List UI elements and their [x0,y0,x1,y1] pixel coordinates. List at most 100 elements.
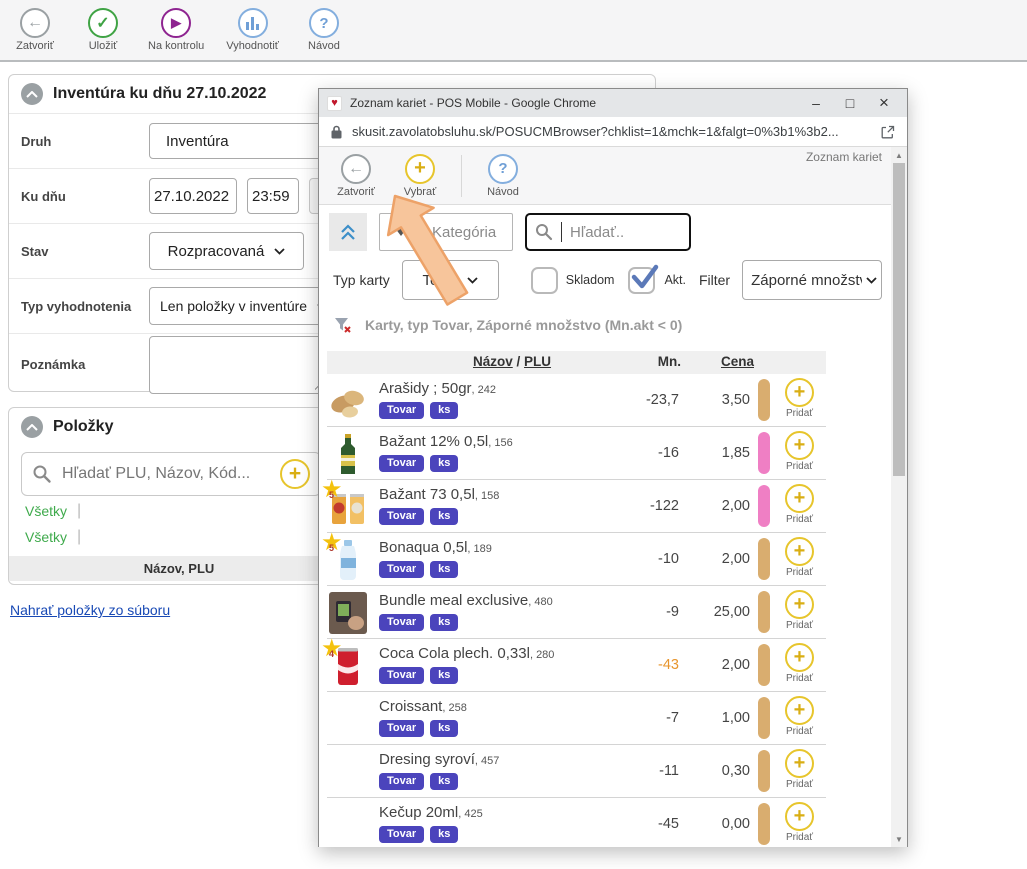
upload-items-link[interactable]: Nahrať položky zo súboru [10,602,170,618]
column-nazov-plu[interactable]: Názov / PLU [447,354,577,369]
badge-ks: ks [430,614,458,631]
text-caret [561,222,562,242]
na-kontrolu-button[interactable]: ▶ Na kontrolu [148,8,204,52]
stav-select[interactable]: Rozpracovaná [149,232,304,270]
pridat-button[interactable]: + Pridať [785,696,814,737]
badge-ks: ks [430,720,458,737]
popup-window-title: Zoznam kariet - POS Mobile - Google Chro… [350,96,793,110]
close-button[interactable]: × [869,91,899,115]
typ-karty-select[interactable]: Tovar [402,260,499,300]
plus-icon: + [785,643,814,672]
skladom-checkbox[interactable] [531,267,558,294]
card-row[interactable]: Bundle meal exclusive, 480 Tovarks -9 25… [327,586,826,639]
open-in-new-icon[interactable] [881,125,895,139]
popup-zatvorit-button[interactable]: ← Zatvoriť [333,154,379,198]
card-row[interactable]: Bažant 12% 0,5l, 156 Tovarks -16 1,85 + … [327,427,826,480]
badge-ks: ks [430,773,458,790]
chevron-down-icon [274,248,285,255]
card-row[interactable]: Croissant, 258 Tovarks -7 1,00 + Pridať [327,692,826,745]
back-arrow-icon: ← [20,8,50,38]
akt-checkbox[interactable] [628,267,655,294]
pridat-button[interactable]: + Pridať [785,431,814,472]
pridat-button[interactable]: + Pridať [785,378,814,419]
category-input[interactable]: Kategória [422,214,512,250]
collapse-filters-button[interactable] [329,213,367,251]
card-row[interactable]: Dresing syroví, 457 Tovarks -11 0,30 + P… [327,745,826,798]
card-row[interactable]: Kečup 20ml, 425 Tovarks -45 0,00 + Prida… [327,798,826,847]
popup-search-input[interactable]: Hľadať.. [525,213,691,251]
badge-ks: ks [430,667,458,684]
cola-can-photo: ★4 [329,645,367,687]
quantity-value: -7 [666,710,679,726]
badge-tovar: Tovar [379,614,424,631]
badge-ks: ks [430,826,458,843]
card-row[interactable]: Arašidy ; 50gr, 242 Tovarks -23,7 3,50 +… [327,374,826,427]
popup-url: skusit.zavolatobsluhu.sk/POSUCMBrowser?c… [352,124,871,139]
column-cena[interactable]: Cena [721,354,754,369]
popup-page: ← Zatvoriť + Vybrať ? Návod Zoznam karie… [319,147,892,847]
navod-button[interactable]: ? Návod [301,8,347,52]
pridat-button[interactable]: + Pridať [785,643,814,684]
zatvorit-button[interactable]: ← Zatvoriť [12,8,58,52]
filter-vsetky-link-2[interactable]: Všetky [25,529,67,545]
question-icon: ? [309,8,339,38]
card-list: Arašidy ; 50gr, 242 Tovarks -23,7 3,50 +… [327,374,826,847]
akt-label: Akt. [664,273,686,287]
date-input[interactable] [149,178,237,214]
plus-icon: + [785,431,814,460]
pridat-button[interactable]: + Pridať [785,749,814,790]
plus-icon: + [785,590,814,619]
badge-ks: ks [430,402,458,419]
scroll-down-icon[interactable]: ▼ [891,832,907,846]
category-box: Kategória [379,213,513,251]
typ-vyhodnotenia-select[interactable]: Len položky v inventúre [149,287,331,325]
quantity-value: -11 [659,763,679,779]
plus-icon: + [405,154,435,184]
ulozit-button[interactable]: ✓ Uložiť [80,8,126,52]
scrollbar[interactable]: ▲ ▼ [891,147,907,847]
chrome-popup-window: ♥ Zoznam kariet - POS Mobile - Google Ch… [318,88,908,847]
beer-cans-photo: ★5 [329,486,367,528]
druh-input[interactable] [149,123,334,159]
triangle-down-icon [395,228,407,236]
skladom-label: Skladom [566,273,615,287]
column-mn[interactable]: Mn. [658,354,681,369]
collapse-section-icon[interactable] [21,83,43,105]
minimize-button[interactable]: – [801,91,831,115]
pos-mobile-favicon: ♥ [327,96,342,111]
scroll-up-icon[interactable]: ▲ [891,148,907,162]
play-icon: ▶ [161,8,191,38]
poznamka-textarea[interactable] [149,336,329,394]
badge-tovar: Tovar [379,773,424,790]
check-icon: ✓ [88,8,118,38]
category-dropdown-button[interactable] [380,214,422,250]
collapse-section-icon[interactable] [21,416,43,438]
badge-ks: ks [430,455,458,472]
stock-level-bar [758,538,770,580]
maximize-button[interactable]: □ [835,91,865,115]
add-item-button[interactable]: + [280,459,310,489]
card-row[interactable]: ★5 Bonaqua 0,5l, 189 Tovarks -10 2,00 + … [327,533,826,586]
pridat-button[interactable]: + Pridať [785,537,814,578]
filter-select[interactable]: Záporné množstvo [742,260,882,300]
card-row[interactable]: ★4 Coca Cola plech. 0,33l, 280 Tovarks -… [327,639,826,692]
popup-vybrat-button[interactable]: + Vybrať [397,154,443,198]
question-icon: ? [488,154,518,184]
vyhodnotit-button[interactable]: Vyhodnotiť [226,8,279,52]
pridat-button[interactable]: + Pridať [785,484,814,525]
time-input[interactable] [247,178,299,214]
scrollbar-thumb[interactable] [893,163,905,476]
popup-urlbar[interactable]: skusit.zavolatobsluhu.sk/POSUCMBrowser?c… [319,117,907,147]
card-row[interactable]: ★5 Bažant 73 0,5l, 158 Tovarks -122 2,00… [327,480,826,533]
check-icon [631,264,659,290]
price-value: 2,00 [722,498,750,514]
pridat-button[interactable]: + Pridať [785,802,814,843]
popup-navod-button[interactable]: ? Návod [480,154,526,198]
filter-vsetky-link-1[interactable]: Všetky [25,503,67,519]
main-toolbar: ← Zatvoriť ✓ Uložiť ▶ Na kontrolu Vyhodn… [0,0,1027,62]
polozky-search-input[interactable]: Hľadať PLU, Názov, Kód... + [21,452,321,496]
druh-label: Druh [21,134,149,149]
popup-titlebar[interactable]: ♥ Zoznam kariet - POS Mobile - Google Ch… [319,89,907,117]
pridat-button[interactable]: + Pridať [785,590,814,631]
stock-level-bar [758,379,770,421]
